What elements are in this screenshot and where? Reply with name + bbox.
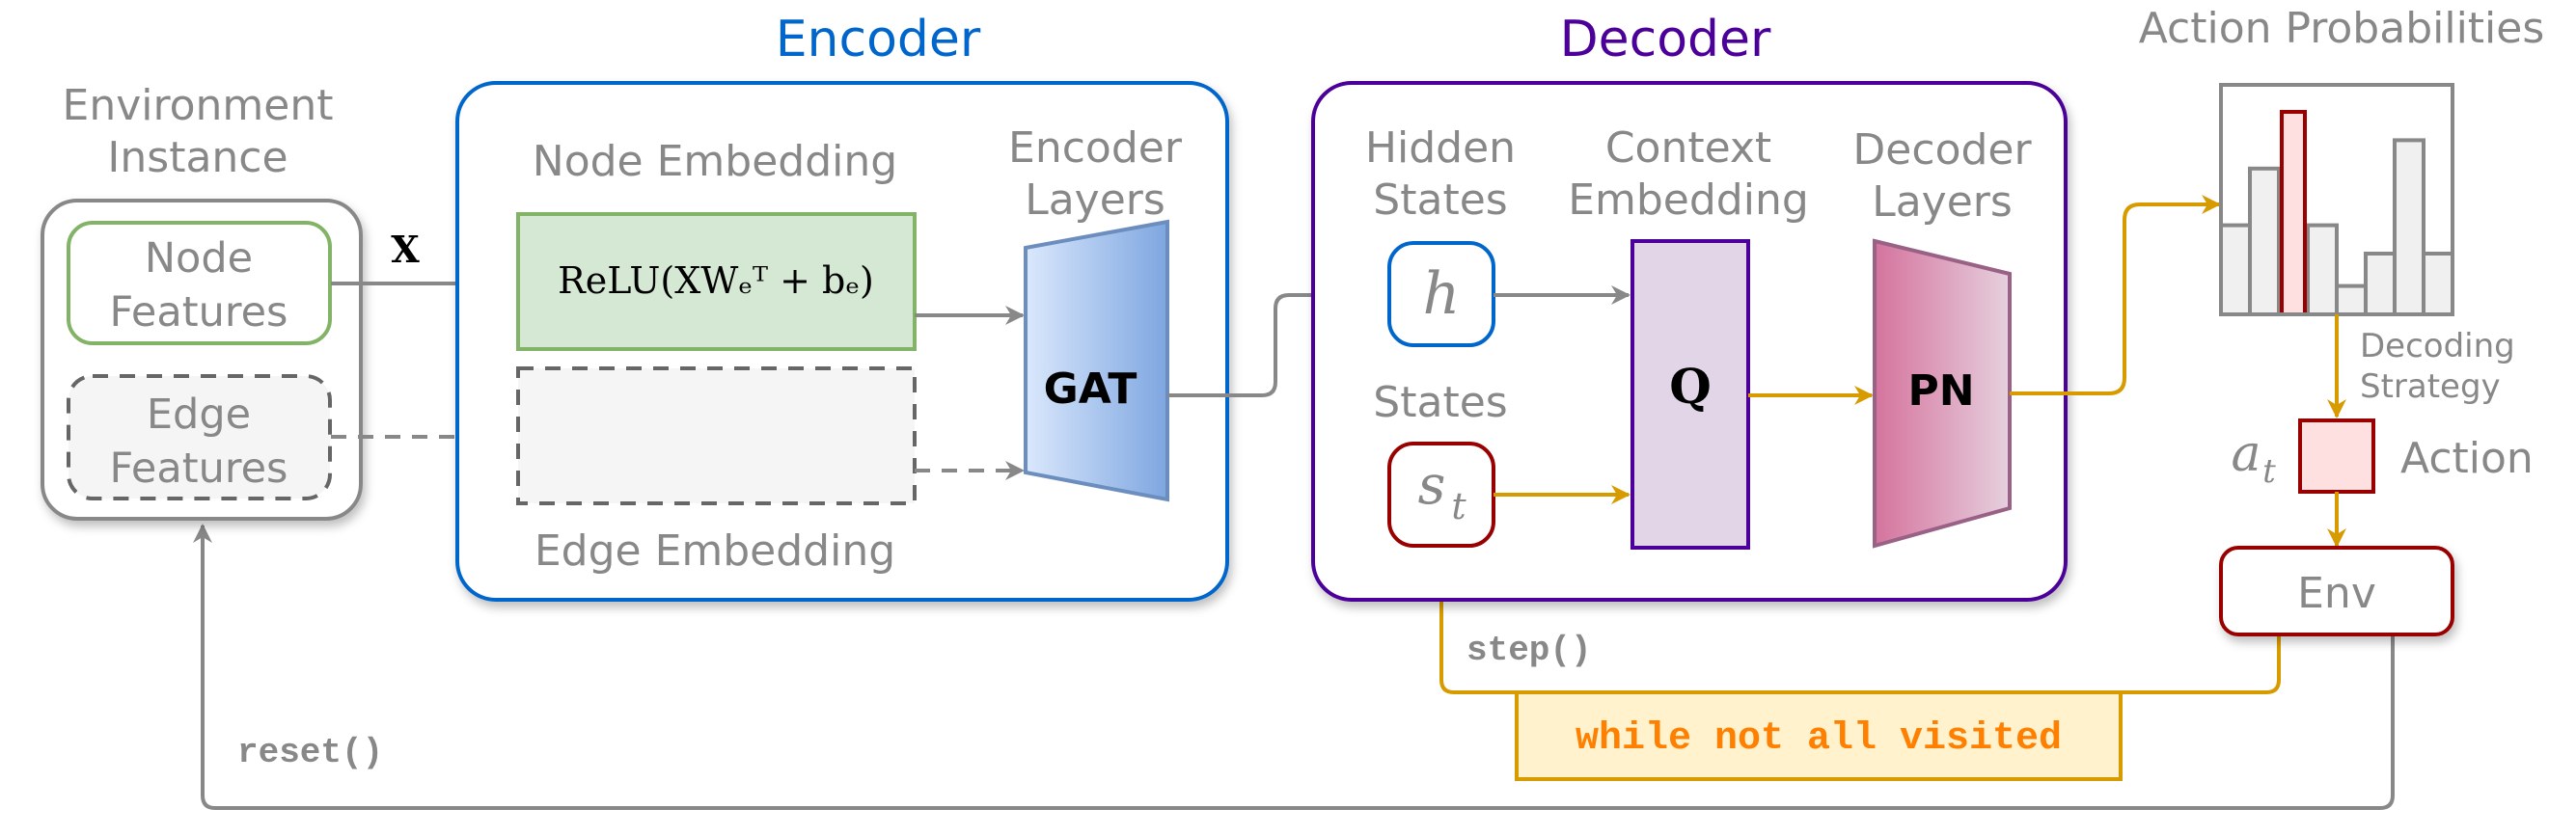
gat-block[interactable]	[1024, 219, 1169, 502]
hidden-symbol: h	[1423, 260, 1461, 328]
hidden-states-label-2: States	[1373, 175, 1507, 225]
edge-embedding-box[interactable]	[516, 366, 917, 505]
action-box[interactable]	[2298, 418, 2375, 494]
reset-label: reset()	[237, 733, 383, 772]
hidden-states-label-1: Hidden	[1365, 123, 1516, 173]
encoder-layers-label-2: Layers	[1025, 175, 1165, 225]
environment-title-2: Instance	[107, 133, 288, 182]
edge-embedding-label: Edge Embedding	[534, 526, 895, 576]
gat-label: GAT	[1044, 364, 1137, 414]
edge-features-label-1: Edge	[147, 391, 251, 439]
probability-bar	[2364, 252, 2397, 316]
step-label: step()	[1466, 631, 1592, 670]
probability-bar	[2422, 252, 2454, 316]
decoder-layers-label-1: Decoder	[1852, 125, 2032, 175]
context-embedding-label-1: Context	[1605, 123, 1771, 173]
environment-title-1: Environment	[63, 81, 334, 130]
decoder-layers-label-2: Layers	[1872, 177, 2013, 227]
edge-features-label-2: Features	[110, 445, 288, 493]
selected-probability-bar	[2280, 110, 2307, 316]
x-label: X	[391, 228, 420, 271]
context-embedding-label-2: Embedding	[1568, 175, 1809, 225]
node-features-label-1: Node	[145, 234, 253, 283]
while-loop-label: while not all visited	[1576, 717, 2062, 761]
action-symbol: a	[2231, 425, 2261, 483]
state-symbol: s	[1418, 454, 1446, 517]
probability-bar	[2248, 166, 2281, 316]
diagram-canvas: Environment Instance Node Features Edge …	[41, 4, 2545, 810]
node-embedding-label: Node Embedding	[533, 137, 897, 186]
decoding-strategy-label-1: Decoding	[2360, 327, 2515, 365]
env-label: Env	[2297, 569, 2376, 618]
encoder-layers-label-1: Encoder	[1008, 123, 1183, 173]
pn-label: PN	[1907, 366, 1974, 416]
context-symbol: Q	[1669, 358, 1712, 415]
probability-bar	[2306, 223, 2339, 317]
decoder-title: Decoder	[1560, 11, 1771, 68]
action-label: Action	[2400, 434, 2534, 483]
node-embedding-formula: ReLU(XWₑᵀ + bₑ)	[558, 259, 874, 302]
probability-bar	[2219, 223, 2252, 317]
state-subscript: t	[1451, 485, 1466, 527]
action-probabilities-title: Action Probabilities	[2139, 4, 2545, 53]
node-features-label-2: Features	[110, 288, 288, 337]
encoder-title: Encoder	[776, 11, 981, 68]
action-subscript: t	[2262, 452, 2276, 491]
action-probabilities-chart	[2219, 110, 2454, 317]
states-label: States	[1373, 378, 1507, 427]
probability-bar	[2335, 283, 2368, 317]
probability-bar	[2393, 138, 2425, 316]
decoding-strategy-label-2: Strategy	[2360, 367, 2501, 406]
